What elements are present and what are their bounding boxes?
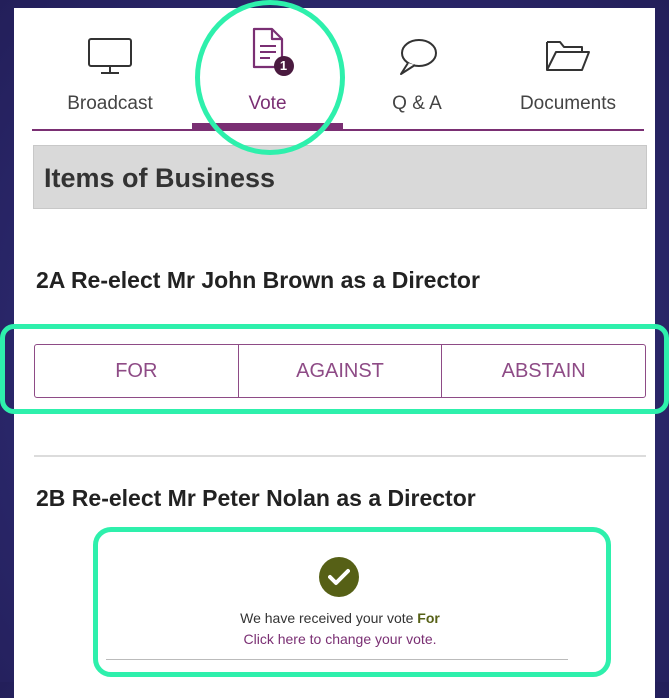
check-icon	[319, 557, 359, 597]
vote-options-2a: FOR AGAINST ABSTAIN	[34, 344, 646, 398]
vote-against-button[interactable]: AGAINST	[237, 345, 442, 397]
change-vote-link[interactable]: Click here to change your vote.	[96, 631, 584, 647]
tab-bar: Broadcast 1 Vote Q & A Documents	[32, 8, 644, 132]
folder-icon	[544, 36, 592, 81]
voting-panel: Broadcast 1 Vote Q & A Documents Items o…	[14, 8, 655, 698]
vote-received-message: We have received your vote For	[96, 610, 584, 626]
tab-vote-underline	[192, 123, 343, 130]
monitor-icon	[87, 36, 133, 81]
tab-qa-label: Q & A	[392, 93, 442, 114]
vote-received-value: For	[417, 610, 440, 626]
tab-qa[interactable]: Q & A	[347, 8, 487, 132]
vote-abstain-button[interactable]: ABSTAIN	[441, 345, 645, 397]
tab-documents[interactable]: Documents	[492, 8, 644, 132]
tab-vote-label: Vote	[248, 93, 287, 114]
vote-confirmation: We have received your vote For Click her…	[96, 545, 584, 685]
tab-broadcast[interactable]: Broadcast	[32, 8, 188, 132]
resolution-2b-title: 2B Re-elect Mr Peter Nolan as a Director	[36, 485, 476, 511]
vote-for-button[interactable]: FOR	[35, 345, 238, 397]
section-title: Items of Business	[44, 163, 276, 193]
resolution-2a-title: 2A Re-elect Mr John Brown as a Director	[36, 267, 480, 293]
speech-bubble-icon	[395, 36, 439, 83]
document-icon: 1	[251, 26, 294, 76]
vote-received-text: We have received your vote	[240, 610, 414, 626]
tab-documents-label: Documents	[519, 93, 617, 114]
tab-vote[interactable]: 1 Vote	[192, 8, 343, 132]
vote-count-badge: 1	[273, 56, 294, 76]
confirmation-rule	[106, 659, 568, 660]
tab-broadcast-label: Broadcast	[67, 93, 153, 114]
item-divider	[34, 455, 646, 457]
section-header: Items of Business	[33, 145, 647, 209]
